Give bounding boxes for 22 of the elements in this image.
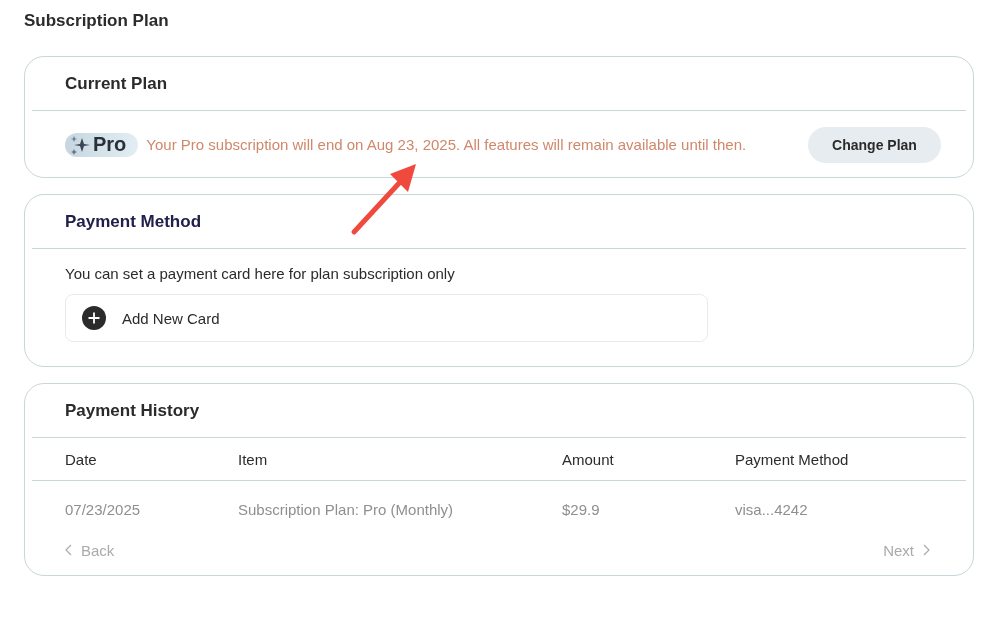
chevron-right-icon [922,544,930,556]
table-cell-text: $29.9 [562,500,601,518]
column-header: Item [238,450,269,468]
plan-notice: Your Pro subscription will end on Aug 23, 2025. All features will remain available until then. [146,136,748,153]
column-header: Date [65,450,98,468]
plan-badge: Pro [65,132,139,157]
change-plan-button[interactable]: Change Plan [808,126,941,163]
annotation-arrow [351,164,416,235]
plus-icon [82,306,106,330]
column-header: Amount [562,450,615,468]
table-cell-text: Subscription Plan: Pro (Monthly) [238,500,455,518]
card-title: Current Plan [65,73,168,94]
payment-description: You can set a payment card here for plan subscription only [65,265,456,282]
column-header: Payment Method [735,450,850,468]
table-cell-text: 07/23/2025 [65,500,142,518]
add-card-button[interactable]: Add New Card [65,294,708,342]
add-card-label: Add New Card [122,309,220,327]
table-cell-text: visa...4242 [735,500,809,518]
card-title: Payment Method [65,211,202,232]
page-title: Subscription Plan [24,11,170,32]
card-title: Payment History [65,400,200,421]
chevron-left-icon [65,544,73,556]
